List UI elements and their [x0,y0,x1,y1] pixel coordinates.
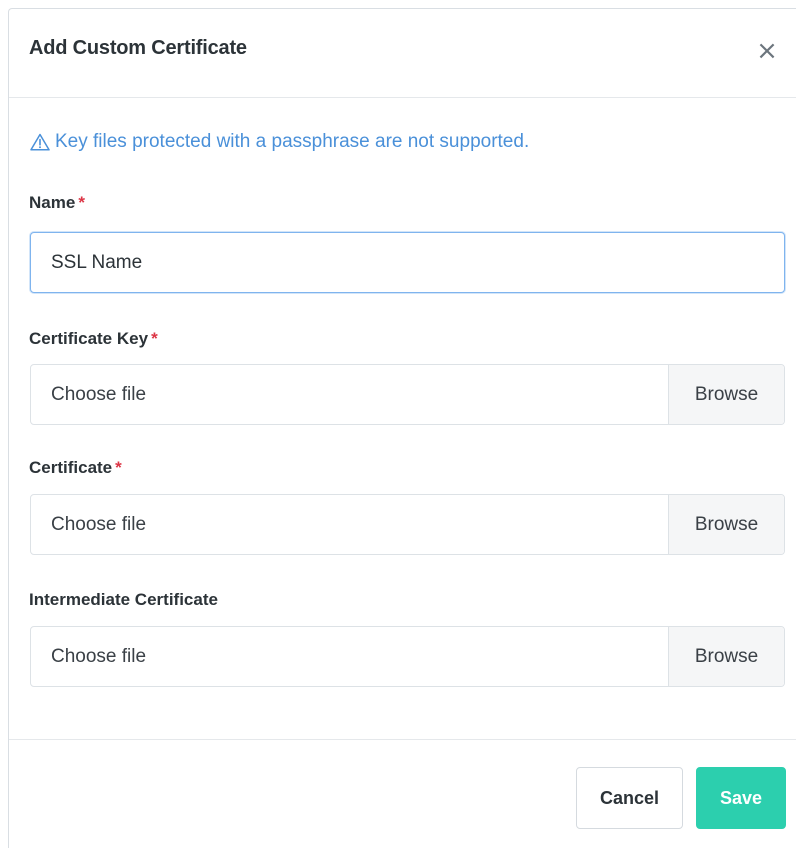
intermediate-certificate-label-text: Intermediate Certificate [29,590,218,609]
browse-button[interactable]: Browse [668,365,784,424]
footer-divider [9,739,796,740]
certificate-label: Certificate * [29,458,122,478]
warning-triangle-icon [30,133,50,151]
required-marker: * [78,193,85,212]
required-marker: * [115,458,122,477]
cancel-button[interactable]: Cancel [576,767,683,829]
file-placeholder: Choose file [51,646,147,667]
modal-title: Add Custom Certificate [29,37,247,59]
required-marker: * [151,329,158,348]
passphrase-warning: Key files protected with a passphrase ar… [30,131,529,153]
file-placeholder: Choose file [51,384,147,405]
intermediate-certificate-label: Intermediate Certificate [29,590,218,610]
warning-text: Key files protected with a passphrase ar… [55,131,530,152]
certificate-file-input[interactable]: Choose file Browse [30,494,785,555]
certificate-key-label-text: Certificate Key [29,329,149,348]
browse-button[interactable]: Browse [668,627,784,686]
add-certificate-modal: Add Custom Certificate × Key files prote… [8,8,796,848]
save-button[interactable]: Save [696,767,786,829]
modal-header: Add Custom Certificate × [9,9,796,98]
name-label-text: Name [29,193,76,212]
close-icon: × [756,36,778,66]
certificate-key-file-input[interactable]: Choose file Browse [30,364,785,425]
close-button[interactable]: × [755,37,779,65]
certificate-label-text: Certificate [29,458,113,477]
browse-button[interactable]: Browse [668,495,784,554]
name-input[interactable] [30,232,785,293]
name-label: Name * [29,193,85,213]
file-placeholder: Choose file [51,514,147,535]
intermediate-certificate-file-input[interactable]: Choose file Browse [30,626,785,687]
certificate-key-label: Certificate Key * [29,329,158,349]
